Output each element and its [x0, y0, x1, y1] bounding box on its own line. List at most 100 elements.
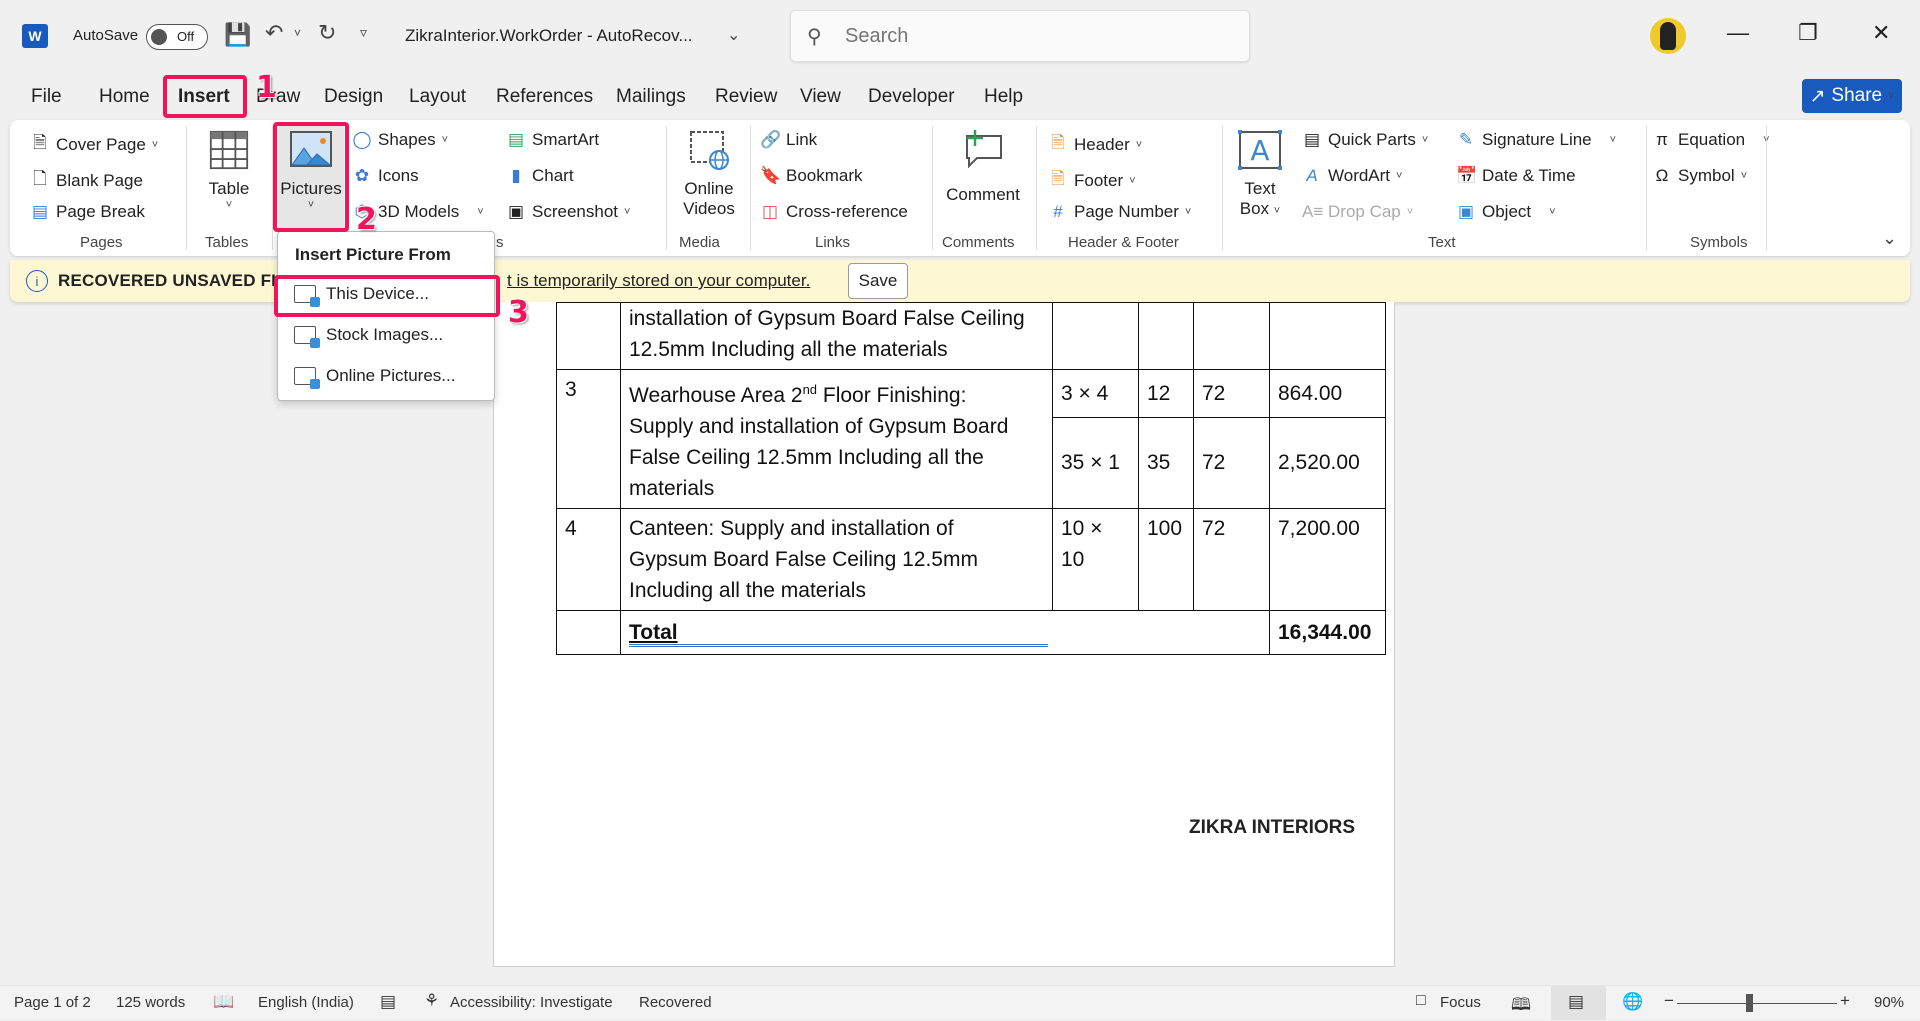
smartart-icon: ▤ — [507, 130, 525, 149]
minimize-icon[interactable]: — — [1727, 20, 1749, 46]
notification-save-button[interactable]: Save — [848, 263, 908, 299]
header-button[interactable]: 🗎 Header ˅ — [1048, 130, 1142, 159]
user-avatar[interactable] — [1650, 18, 1686, 54]
tab-insert[interactable]: Insert — [178, 86, 230, 108]
tab-home[interactable]: Home — [99, 86, 150, 108]
group-label-links: Links — [815, 234, 851, 251]
page-break-icon: ▤ — [31, 202, 49, 221]
cross-reference-button[interactable]: ◫ Cross-reference — [760, 202, 908, 222]
blank-page-button[interactable]: 🗋 Blank Page — [30, 166, 143, 195]
comment-button[interactable]: Comment — [938, 130, 1028, 205]
zoom-slider-track[interactable] — [1677, 1003, 1837, 1004]
pictures-button[interactable]: Pictures ˅ — [278, 124, 344, 228]
chevron-down-icon: ˅ — [1609, 134, 1617, 146]
menu-header: Insert Picture From — [295, 245, 451, 264]
zoom-level[interactable]: 90% — [1874, 994, 1904, 1011]
text-predictions-icon[interactable]: ▤ — [380, 992, 396, 1012]
quick-parts-button[interactable]: ▤ Quick Parts ˅ — [1302, 130, 1428, 150]
item-amount: 864.00 — [1269, 369, 1386, 418]
cover-page-icon: 🗎 — [33, 133, 47, 152]
autosave-toggle[interactable]: Off — [146, 24, 208, 50]
redo-icon[interactable]: ↻ — [318, 20, 336, 46]
menu-item-this-device[interactable]: This Device... — [286, 277, 486, 311]
undo-dropdown-icon[interactable]: ˅ — [294, 26, 301, 40]
table-icon — [209, 130, 249, 170]
undo-icon[interactable]: ↶ — [265, 20, 283, 46]
title-dropdown-icon[interactable]: ⌄ — [727, 25, 740, 45]
item-rate: 72 — [1193, 508, 1270, 611]
proofing-icon[interactable]: 📖 — [213, 992, 234, 1012]
bookmark-button[interactable]: 🔖 Bookmark — [760, 166, 863, 186]
zoom-out-icon[interactable]: − — [1664, 991, 1674, 1011]
shapes-button[interactable]: ◯ Shapes ˅ — [352, 130, 448, 150]
cover-page-button[interactable]: 🗎 Cover Page ˅ — [30, 130, 158, 159]
tab-developer[interactable]: Developer — [868, 86, 955, 108]
language[interactable]: English (India) — [258, 994, 354, 1011]
zoom-slider-thumb[interactable] — [1746, 994, 1753, 1012]
footer-button[interactable]: 🗎 Footer ˅ — [1048, 166, 1135, 195]
tab-mailings[interactable]: Mailings — [616, 86, 686, 108]
chevron-down-icon: ˅ — [1549, 206, 1556, 218]
group-separator — [932, 126, 933, 250]
focus-icon[interactable]: □ — [1416, 992, 1426, 1010]
chart-button[interactable]: ▮ Chart — [506, 166, 573, 186]
item-rate: 72 — [1193, 416, 1270, 510]
search-input[interactable] — [845, 23, 1225, 49]
share-button[interactable]: ↗ Share ˅ — [1802, 79, 1902, 113]
menu-item-online-pictures[interactable]: Online Pictures... — [286, 359, 486, 393]
symbol-button[interactable]: Ω Symbol ˅ — [1652, 166, 1747, 186]
notification-message[interactable]: t is temporarily stored on your computer… — [507, 271, 810, 291]
print-layout-icon[interactable]: ▤ — [1568, 992, 1584, 1012]
text-box-button[interactable]: A Text Box ˅ — [1232, 130, 1288, 219]
web-layout-icon[interactable]: 🌐 — [1622, 992, 1643, 1012]
icons-button[interactable]: ✿ Icons — [352, 166, 419, 186]
tab-view[interactable]: View — [800, 86, 841, 108]
save-icon[interactable]: 💾 — [224, 22, 251, 48]
item-amount: 2,520.00 — [1269, 416, 1386, 510]
tab-references[interactable]: References — [496, 86, 593, 108]
tab-review[interactable]: Review — [715, 86, 777, 108]
chevron-down-icon: ˅ — [1421, 134, 1429, 146]
read-mode-icon[interactable]: 🕮 — [1511, 992, 1531, 1021]
svg-text:A: A — [1250, 134, 1269, 167]
close-icon[interactable]: ✕ — [1872, 20, 1890, 46]
table-button[interactable]: Table ˅ — [198, 130, 260, 211]
collapse-ribbon-icon[interactable]: ⌄ — [1882, 228, 1897, 249]
tab-design[interactable]: Design — [324, 86, 383, 108]
tab-layout[interactable]: Layout — [409, 86, 466, 108]
zoom-in-icon[interactable]: + — [1840, 991, 1850, 1011]
page-count[interactable]: Page 1 of 2 — [14, 994, 91, 1011]
ribbon-tabs: File Home Insert Draw Design Layout Refe… — [0, 80, 1920, 116]
info-icon: i — [26, 270, 48, 292]
link-button[interactable]: 🔗 Link — [760, 130, 817, 150]
document-page[interactable]: installation of Gypsum Board False Ceili… — [493, 302, 1395, 967]
date-time-button[interactable]: 📅 Date & Time — [1456, 166, 1576, 186]
group-label-symbols: Symbols — [1690, 234, 1748, 251]
page-break-button[interactable]: ▤ Page Break — [30, 202, 145, 222]
word-count[interactable]: 125 words — [116, 994, 185, 1011]
object-button[interactable]: ▣ Object ˅ — [1456, 202, 1556, 222]
signature-line-button[interactable]: ✎ Signature Line ˅ — [1456, 130, 1616, 150]
tab-help[interactable]: Help — [984, 86, 1023, 108]
bookmark-icon: 🔖 — [760, 166, 782, 185]
restore-icon[interactable]: ❐ — [1798, 20, 1818, 46]
equation-button[interactable]: πEquation˅ — [1652, 130, 1769, 150]
accessibility-status[interactable]: Accessibility: Investigate — [450, 994, 613, 1011]
search-box[interactable]: ⚲ — [790, 10, 1250, 62]
customize-toolbar-icon[interactable]: ▿ — [360, 24, 367, 41]
item-rate: 72 — [1193, 369, 1270, 418]
accessibility-icon[interactable]: ⚘ — [424, 991, 439, 1011]
device-icon — [294, 285, 320, 307]
screenshot-button[interactable]: ▣ Screenshot ˅ — [506, 202, 630, 222]
smartart-button[interactable]: ▤ SmartArt — [506, 130, 599, 150]
online-videos-button[interactable]: Online Videos — [674, 130, 744, 219]
object-icon: ▣ — [1457, 202, 1475, 221]
item-size: 3 × 4 — [1052, 369, 1139, 418]
page-number-button[interactable]: # Page Number ˅ — [1048, 202, 1191, 222]
group-separator — [750, 126, 751, 250]
focus-mode[interactable]: Focus — [1440, 994, 1481, 1011]
wordart-button[interactable]: A WordArt ˅ — [1302, 166, 1402, 186]
work-order-table: installation of Gypsum Board False Ceili… — [556, 302, 1386, 655]
tab-file[interactable]: File — [31, 86, 62, 108]
menu-item-stock-images[interactable]: Stock Images... — [286, 318, 486, 352]
